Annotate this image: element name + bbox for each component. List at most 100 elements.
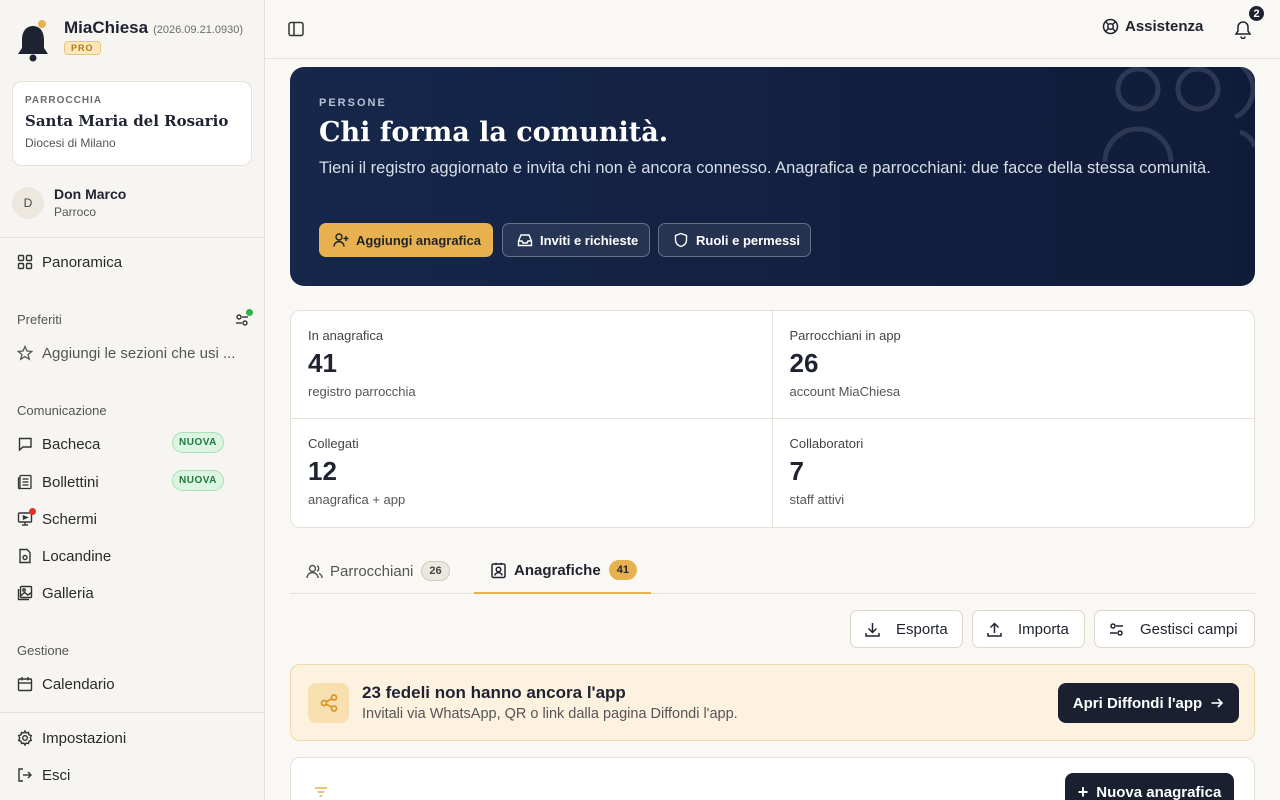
- favorites-section-label: Preferiti: [17, 312, 62, 327]
- hero-kicker: PERSONE: [319, 97, 387, 109]
- stat-card: In anagrafica 41 registro parrocchia: [291, 311, 773, 419]
- stat-subtitle: staff attivi: [789, 492, 845, 507]
- banner-subtitle: Invitali via WhatsApp, QR o link dalla p…: [362, 706, 738, 722]
- sidebar-item-overview[interactable]: Panoramica: [17, 251, 252, 273]
- new-registry-label: Nuova anagrafica: [1096, 783, 1222, 800]
- page-title: Chi forma la comunità.: [319, 117, 669, 148]
- hero-banner: PERSONE Chi forma la comunità. Tieni il …: [290, 67, 1255, 286]
- plus-icon: +: [1077, 782, 1089, 800]
- stat-subtitle: registro parrocchia: [308, 384, 416, 399]
- sidebar-item-label: Locandine: [42, 547, 112, 565]
- download-icon: [864, 621, 881, 638]
- church-bell-logo-icon: [18, 20, 48, 62]
- help-button[interactable]: Assistenza: [1102, 18, 1203, 35]
- stat-label: Parrocchiani in app: [789, 328, 901, 343]
- share-icon: [308, 683, 349, 723]
- sidebar-item-label: Calendario: [42, 675, 115, 693]
- sidebar-item-label: Impostazioni: [42, 729, 127, 747]
- brand[interactable]: MiaChiesa (2026.09.21.0930) PRO: [16, 18, 243, 62]
- sidebar-item-esci[interactable]: Esci: [17, 764, 252, 786]
- roles-permissions-label: Ruoli e permessi: [696, 232, 801, 248]
- divider: [0, 237, 264, 238]
- sidebar-item-impostazioni[interactable]: Impostazioni: [17, 727, 252, 749]
- sidebar-item-schermi[interactable]: Schermi: [17, 508, 252, 530]
- stat-label: Collaboratori: [789, 436, 864, 451]
- invites-requests-button[interactable]: Inviti e richieste: [502, 223, 650, 257]
- sliders-icon: [1108, 621, 1125, 638]
- message-icon: [17, 436, 33, 452]
- tab-anagrafiche[interactable]: Anagrafiche 41: [474, 548, 651, 594]
- notifications-bell-icon[interactable]: [1234, 19, 1252, 40]
- open-spread-app-label: Apri Diffondi l'app: [1072, 694, 1203, 712]
- stat-card: Parrocchiani in app 26 account MiaChiesa: [772, 311, 1254, 419]
- parish-kicker: PARROCCHIA: [25, 95, 103, 106]
- favorites-settings-icon[interactable]: [234, 309, 253, 328]
- new-registry-button[interactable]: + Nuova anagrafica: [1065, 773, 1234, 800]
- gallery-icon: [17, 585, 33, 601]
- plan-badge: PRO: [64, 41, 101, 55]
- sidebar-item-label: Bacheca: [42, 435, 101, 453]
- help-label: Assistenza: [1125, 18, 1204, 35]
- manage-fields-label: Gestisci campi: [1140, 620, 1238, 638]
- export-button[interactable]: Esporta: [850, 610, 963, 648]
- invites-requests-label: Inviti e richieste: [540, 232, 639, 248]
- parish-switcher[interactable]: PARROCCHIA Santa Maria del Rosario Dioce…: [12, 81, 252, 166]
- sidebar: MiaChiesa (2026.09.21.0930) PRO PARROCCH…: [0, 0, 265, 800]
- hero-description: Tieni il registro aggiornato e invita ch…: [319, 159, 1211, 177]
- brand-version: (2026.09.21.0930): [153, 24, 244, 36]
- manage-fields-button[interactable]: Gestisci campi: [1094, 610, 1255, 648]
- parish-diocese: Diocesi di Milano: [25, 136, 116, 150]
- banner-title: 23 fedeli non hanno ancora l'app: [362, 683, 626, 702]
- roles-permissions-button[interactable]: Ruoli e permessi: [658, 223, 811, 257]
- stat-label: Collegati: [308, 436, 359, 451]
- brand-name: MiaChiesa: [64, 18, 149, 37]
- user-name: Don Marco: [54, 186, 127, 202]
- stat-value: 7: [789, 456, 804, 486]
- add-registry-button[interactable]: Aggiungi anagrafica: [319, 223, 493, 257]
- filter-icon[interactable]: [313, 784, 329, 800]
- grid-icon: [17, 254, 33, 270]
- monitor-icon: [17, 508, 36, 527]
- sidebar-item-label: Aggiungi le sezioni che usi ...: [42, 344, 236, 362]
- sidebar-item-locandine[interactable]: Locandine: [17, 545, 252, 567]
- sidebar-toggle-icon[interactable]: [287, 20, 305, 38]
- user-profile[interactable]: D Don Marco Parroco: [12, 186, 126, 219]
- import-button[interactable]: Importa: [972, 610, 1085, 648]
- import-label: Importa: [1018, 620, 1069, 638]
- sidebar-item-bacheca[interactable]: Bacheca NUOVA: [17, 432, 252, 455]
- sidebar-item-label: Schermi: [42, 510, 98, 528]
- status-dot: [246, 309, 253, 316]
- stat-value: 41: [308, 348, 337, 378]
- stat-value: 12: [308, 456, 337, 486]
- sidebar-item-calendario[interactable]: Calendario: [17, 673, 252, 695]
- tab-count-badge: 41: [608, 560, 637, 580]
- new-badge: NUOVA: [172, 470, 224, 491]
- users-icon: [306, 563, 323, 580]
- star-icon: [17, 345, 33, 361]
- user-plus-icon: [333, 232, 349, 248]
- divider: [0, 712, 264, 713]
- registry-list-card: + Nuova anagrafica: [290, 757, 1255, 800]
- avatar: D: [12, 186, 44, 219]
- shield-icon: [673, 232, 689, 248]
- sidebar-item-favorites-hint[interactable]: Aggiungi le sezioni che usi ...: [17, 342, 252, 364]
- add-registry-label: Aggiungi anagrafica: [356, 232, 481, 248]
- open-spread-app-button[interactable]: Apri Diffondi l'app: [1058, 683, 1239, 723]
- tab-label: Parrocchiani: [330, 562, 414, 580]
- app-invite-banner: 23 fedeli non hanno ancora l'app Invital…: [290, 664, 1255, 741]
- alert-dot: [29, 508, 36, 515]
- sidebar-item-label: Panoramica: [42, 253, 123, 271]
- sidebar-item-bollettini[interactable]: Bollettini NUOVA: [17, 470, 252, 493]
- stat-value: 26: [789, 348, 819, 378]
- sidebar-item-galleria[interactable]: Galleria: [17, 582, 252, 604]
- stat-card: Collaboratori 7 staff attivi: [773, 419, 1255, 527]
- management-section-label: Gestione: [17, 643, 70, 658]
- new-badge: NUOVA: [172, 432, 224, 453]
- calendar-icon: [17, 676, 33, 692]
- stat-card: Collegati 12 anagrafica + app: [291, 419, 773, 527]
- arrow-right-icon: [1210, 696, 1224, 710]
- notifications-count-badge: 2: [1247, 4, 1266, 23]
- sidebar-item-label: Esci: [42, 766, 71, 784]
- tab-parrocchiani[interactable]: Parrocchiani 26: [290, 548, 466, 594]
- user-role: Parroco: [54, 205, 97, 219]
